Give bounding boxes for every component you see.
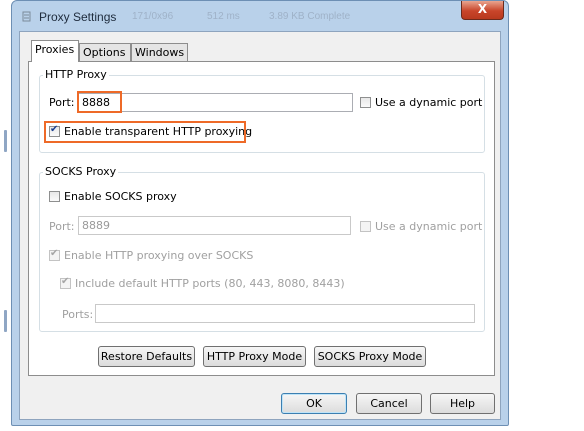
help-button[interactable]: Help	[430, 393, 495, 414]
close-icon: X	[477, 2, 488, 16]
socks-port-input[interactable]: 8889	[78, 216, 351, 235]
check-icon: ✔	[61, 276, 70, 287]
http-dynamic-port-label: Use a dynamic port	[375, 96, 483, 109]
tab-windows[interactable]: Windows	[131, 43, 188, 61]
http-over-socks-label: Enable HTTP proxying over SOCKS	[64, 249, 254, 262]
port-highlight-box	[77, 91, 122, 113]
socks-dynamic-port-label: Use a dynamic port	[375, 220, 483, 233]
enable-socks-label: Enable SOCKS proxy	[64, 190, 177, 203]
restore-defaults-button[interactable]: Restore Defaults	[98, 346, 195, 367]
window-title: Proxy Settings	[39, 10, 117, 24]
http-over-socks-checkbox[interactable]: ✔	[49, 248, 60, 261]
check-icon: ✔	[50, 248, 59, 259]
http-proxy-legend: HTTP Proxy	[43, 68, 109, 81]
tab-label: Options	[83, 46, 126, 59]
title-background-text: 512 ms	[207, 11, 240, 22]
title-bar[interactable]: Proxy Settings 171/0x96 512 ms 3.89 KB C…	[12, 1, 508, 31]
background-left	[0, 0, 10, 431]
socks-port-value: 8889	[82, 219, 110, 232]
button-label: Restore Defaults	[100, 350, 193, 363]
socks-ports-input[interactable]	[95, 304, 475, 323]
tab-label: Proxies	[35, 43, 75, 56]
close-button[interactable]: X	[461, 1, 504, 20]
socks-port-label: Port:	[49, 220, 75, 233]
include-default-ports-checkbox[interactable]: ✔	[60, 276, 71, 289]
socks-dynamic-port-checkbox[interactable]	[360, 221, 371, 232]
ok-button[interactable]: OK	[281, 393, 347, 414]
button-label: OK	[306, 397, 322, 410]
socks-ports-label: Ports:	[62, 308, 94, 321]
background-edge-mark	[4, 130, 7, 152]
app-icon	[22, 11, 31, 22]
button-label: HTTP Proxy Mode	[206, 350, 303, 363]
socks-proxy-legend: SOCKS Proxy	[43, 165, 119, 178]
button-label: SOCKS Proxy Mode	[317, 350, 423, 363]
tab-options[interactable]: Options	[79, 43, 131, 61]
tab-proxies[interactable]: Proxies	[31, 40, 79, 62]
socks-proxy-mode-button[interactable]: SOCKS Proxy Mode	[314, 346, 426, 367]
button-label: Help	[449, 397, 476, 410]
http-port-label: Port:	[49, 96, 75, 109]
http-dynamic-port-checkbox[interactable]	[360, 97, 371, 108]
http-proxy-mode-button[interactable]: HTTP Proxy Mode	[203, 346, 306, 367]
cancel-button[interactable]: Cancel	[356, 393, 422, 414]
title-background-text: 171/0x96	[132, 11, 174, 22]
include-default-ports-label: Include default HTTP ports (80, 443, 808…	[75, 277, 345, 290]
title-background-text: 3.89 KB Complete	[269, 11, 351, 22]
tab-label: Windows	[135, 46, 185, 59]
background-edge-mark	[4, 310, 7, 332]
transparent-highlight-box	[44, 121, 246, 143]
enable-socks-checkbox[interactable]	[49, 191, 60, 202]
button-label: Cancel	[370, 397, 408, 410]
